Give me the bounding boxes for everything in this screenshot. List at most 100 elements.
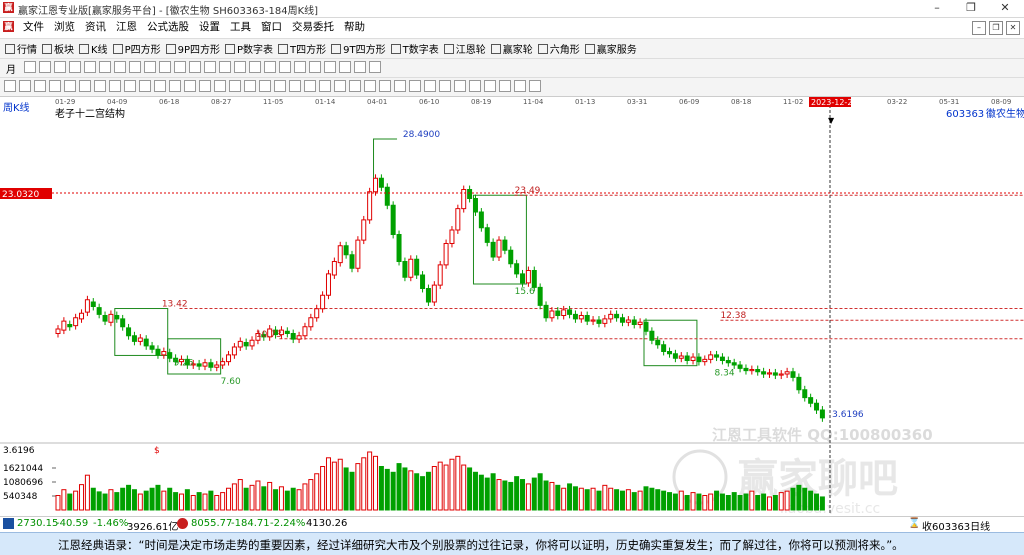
gann-tool-icon-24[interactable] [364,80,376,92]
period-selector[interactable]: 月 [6,61,16,76]
drawing-tool-icon-3[interactable] [69,61,81,73]
drawing-tool-icon-5[interactable] [99,61,111,73]
gann-tool-icon-21[interactable] [319,80,331,92]
drawing-tool-icon-22[interactable] [354,61,366,73]
drawing-tool-icon-8[interactable] [144,61,156,73]
mdi-minimize-button[interactable]: – [972,21,986,35]
toolbar-button-11[interactable]: 六角形 [537,41,580,56]
gann-tool-icon-0[interactable] [4,80,16,92]
gann-tool-icon-27[interactable] [409,80,421,92]
gann-tool-icon-5[interactable] [79,80,91,92]
drawing-tool-icon-9[interactable] [159,61,171,73]
drawing-tool-icon-6[interactable] [114,61,126,73]
toolbar-button-4[interactable]: 9P四方形 [165,41,220,56]
drawing-tool-icon-10[interactable] [174,61,186,73]
drawing-tool-icon-13[interactable] [219,61,231,73]
candle-body [743,367,749,372]
menu-item-5[interactable]: 设置 [194,18,225,37]
gann-tool-icon-9[interactable] [139,80,151,92]
gann-tool-icon-25[interactable] [379,80,391,92]
drawing-tool-icon-11[interactable] [189,61,201,73]
menu-item-4[interactable]: 公式选股 [142,18,194,37]
toolbar-button-1[interactable]: 板块 [42,41,74,56]
menu-item-9[interactable]: 帮助 [339,18,370,37]
mdi-close-button[interactable]: ✕ [1006,21,1020,35]
sz-index[interactable]: 8055.77 [191,518,232,529]
gann-tool-icon-23[interactable] [349,80,361,92]
candle-body [667,351,673,355]
volume-bar [578,487,584,511]
gann-tool-icon-32[interactable] [484,80,496,92]
gann-tool-icon-15[interactable] [229,80,241,92]
candle-body [749,369,755,372]
drawing-tool-icon-7[interactable] [129,61,141,73]
toolbar-button-12[interactable]: 赢家服务 [584,41,637,56]
gann-tool-icon-22[interactable] [334,80,346,92]
candle-body [290,333,296,340]
gann-tool-icon-8[interactable] [124,80,136,92]
gann-tool-icon-20[interactable] [304,80,316,92]
close-button[interactable]: ✕ [988,0,1022,17]
gann-tool-icon-26[interactable] [394,80,406,92]
drawing-tool-icon-20[interactable] [324,61,336,73]
gann-tool-icon-12[interactable] [184,80,196,92]
drawing-tool-icon-18[interactable] [294,61,306,73]
gann-tool-icon-29[interactable] [439,80,451,92]
toolbar-button-0[interactable]: 行情 [5,41,37,56]
sh-index[interactable]: 2730.15 [17,518,58,529]
gann-tool-icon-10[interactable] [154,80,166,92]
gann-tool-icon-18[interactable] [274,80,286,92]
drawing-tool-icon-4[interactable] [84,61,96,73]
gann-tool-icon-4[interactable] [64,80,76,92]
drawing-tool-icon-1[interactable] [39,61,51,73]
menu-item-7[interactable]: 窗口 [256,18,287,37]
gann-tool-icon-2[interactable] [34,80,46,92]
gann-tool-icon-34[interactable] [514,80,526,92]
gann-tool-icon-16[interactable] [244,80,256,92]
menu-item-1[interactable]: 浏览 [49,18,80,37]
menu-item-2[interactable]: 资讯 [80,18,111,37]
gann-tool-icon-1[interactable] [19,80,31,92]
gann-tool-icon-13[interactable] [199,80,211,92]
menu-item-3[interactable]: 江恩 [111,18,142,37]
gann-tool-icon-6[interactable] [94,80,106,92]
gann-tool-icon-33[interactable] [499,80,511,92]
gann-tool-icon-31[interactable] [469,80,481,92]
gann-tool-icon-28[interactable] [424,80,436,92]
kline-chart[interactable]: 01-29 04-09 06-18 08-27 11-05 01-14 04-01 06-10… [0,97,1024,514]
maximize-button[interactable]: ❐ [954,0,988,17]
drawing-tool-icon-15[interactable] [249,61,261,73]
menu-item-0[interactable]: 文件 [18,18,49,37]
gann-tool-icon-14[interactable] [214,80,226,92]
drawing-tool-icon-0[interactable] [24,61,36,73]
gann-tool-icon-11[interactable] [169,80,181,92]
drawing-tool-icon-14[interactable] [234,61,246,73]
gann-tool-icon-7[interactable] [109,80,121,92]
toolbar-button-10[interactable]: 赢家轮 [490,41,533,56]
gann-tool-icon-30[interactable] [454,80,466,92]
gann-tool-icon-3[interactable] [49,80,61,92]
minimize-button[interactable]: – [920,0,954,17]
drawing-tool-icon-21[interactable] [339,61,351,73]
toolbar-button-6[interactable]: T四方形 [278,41,326,56]
sz-amount: 4130.26 [306,518,348,529]
gann-tool-icon-19[interactable] [289,80,301,92]
toolbar-button-5[interactable]: P数字表 [225,41,273,56]
drawing-tool-icon-23[interactable] [369,61,381,73]
toolbar-button-8[interactable]: T数字表 [390,41,439,56]
menu-item-6[interactable]: 工具 [225,18,256,37]
gann-tool-icon-17[interactable] [259,80,271,92]
volume-bar [649,487,655,511]
toolbar-button-7[interactable]: 9T四方形 [331,41,386,56]
drawing-tool-icon-2[interactable] [54,61,66,73]
drawing-tool-icon-16[interactable] [264,61,276,73]
toolbar-button-3[interactable]: P四方形 [112,41,161,56]
toolbar-button-2[interactable]: K线 [79,41,108,56]
menu-item-8[interactable]: 交易委托 [287,18,339,37]
mdi-restore-button[interactable]: ❐ [989,21,1003,35]
drawing-tool-icon-19[interactable] [309,61,321,73]
toolbar-button-9[interactable]: 江恩轮 [443,41,486,56]
gann-tool-icon-35[interactable] [529,80,541,92]
drawing-tool-icon-17[interactable] [279,61,291,73]
drawing-tool-icon-12[interactable] [204,61,216,73]
